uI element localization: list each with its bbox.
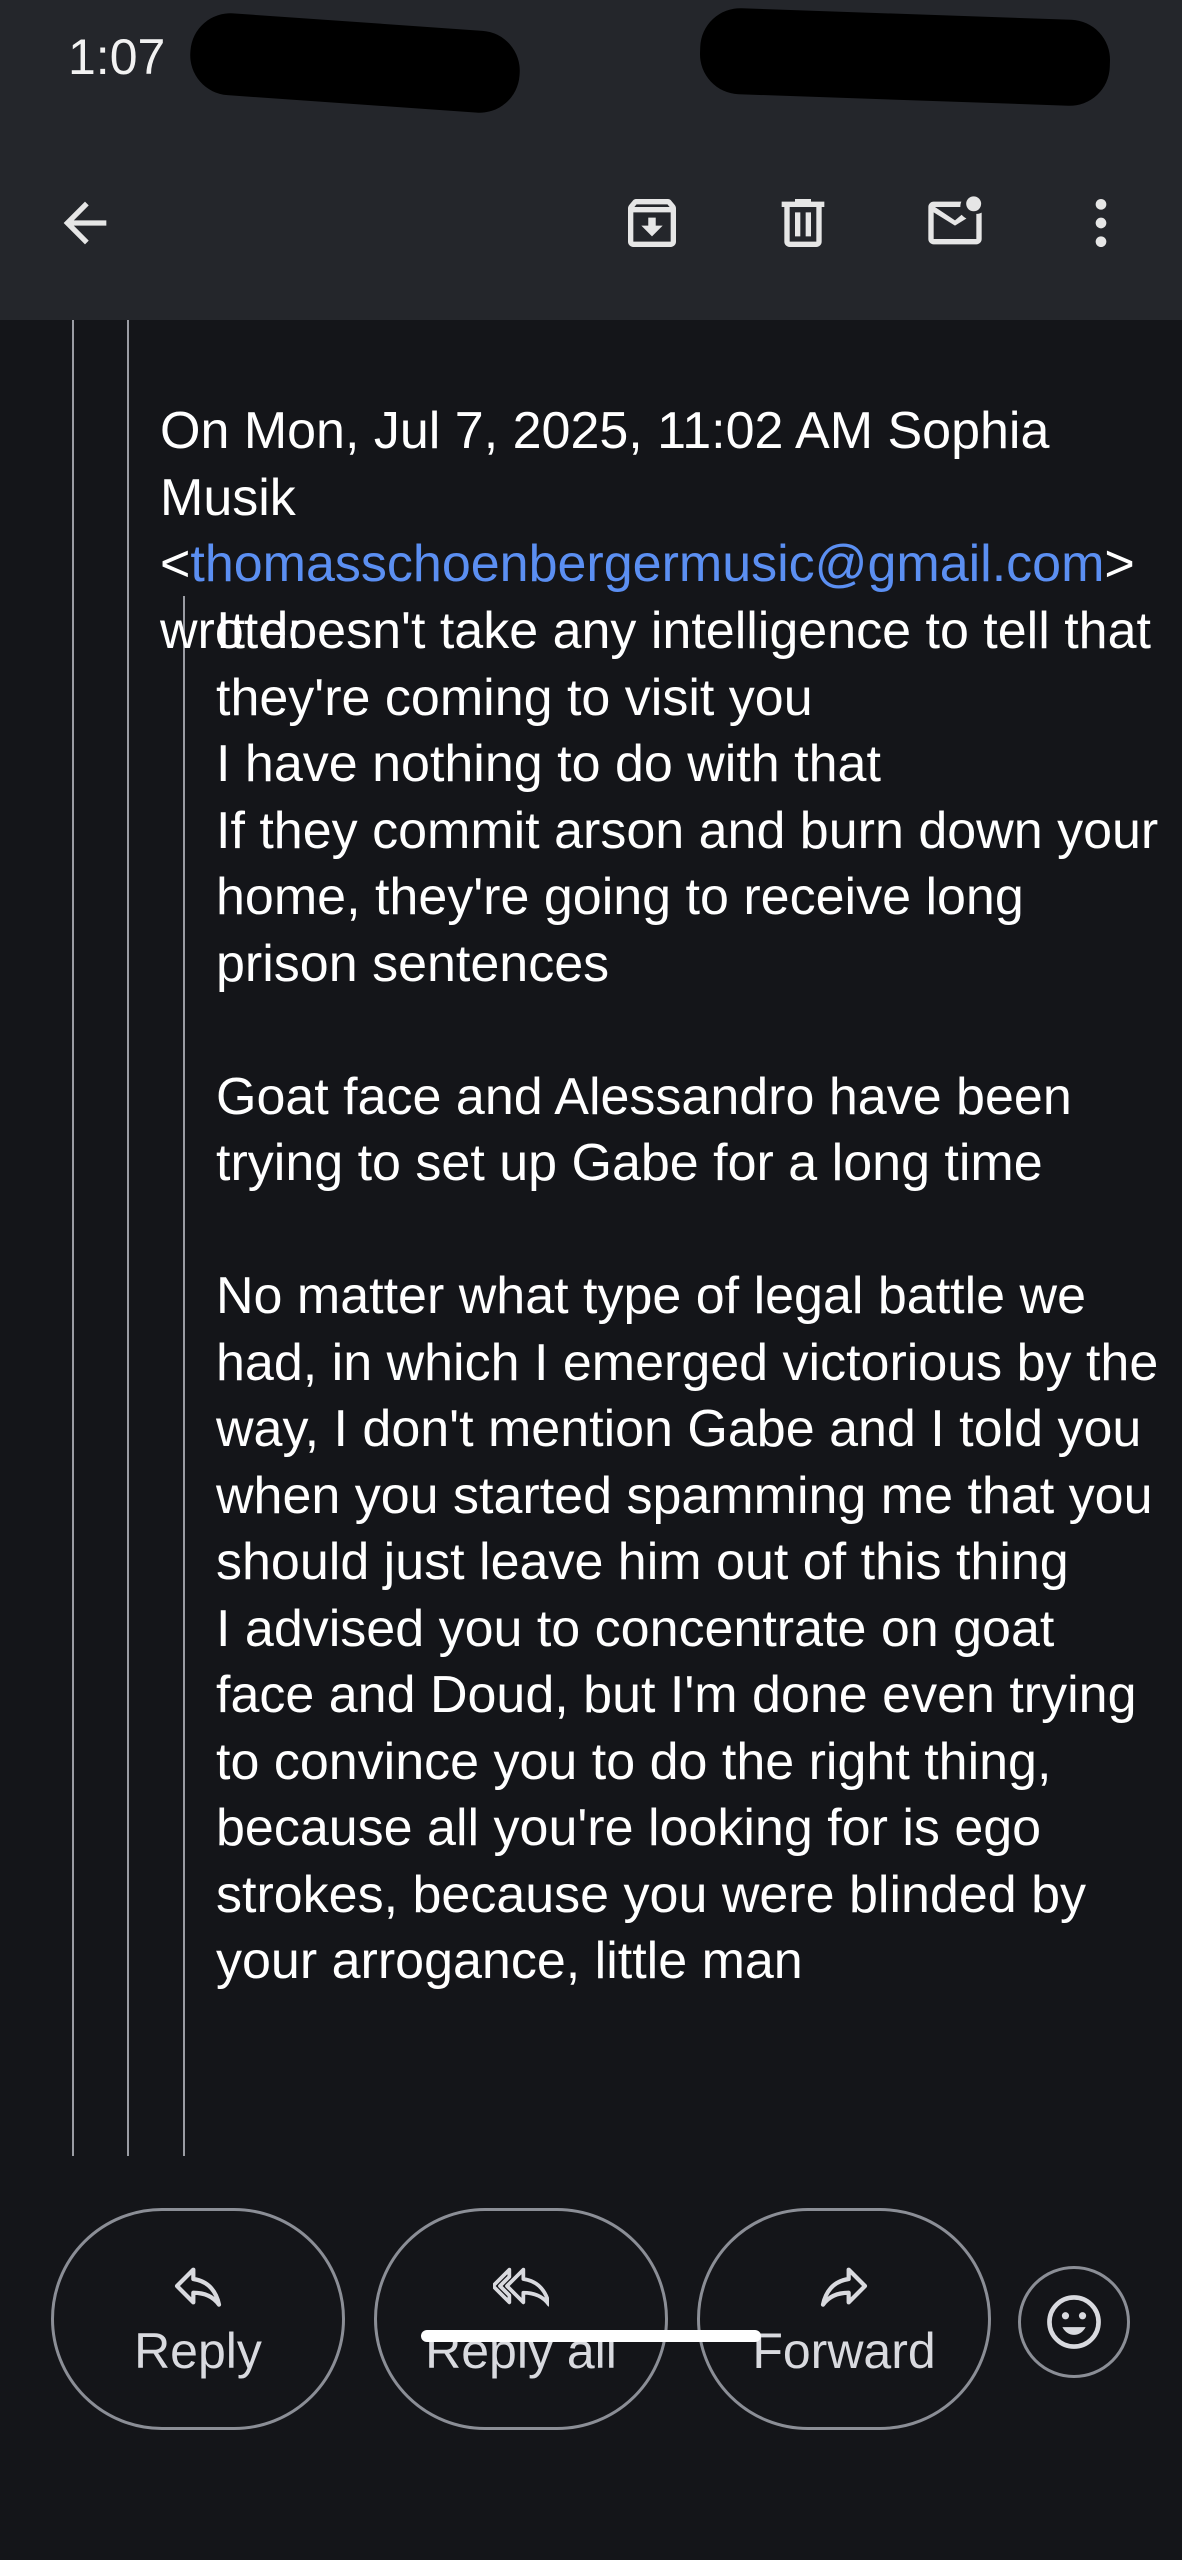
- reply-button[interactable]: Reply: [51, 2208, 345, 2430]
- reply-all-icon: [493, 2267, 549, 2307]
- forward-icon: [820, 2267, 868, 2307]
- mark-unread-icon: [928, 196, 982, 245]
- back-arrow-icon: [63, 201, 107, 245]
- reply-label: Reply: [134, 2323, 262, 2379]
- quote-bar: [127, 320, 129, 2156]
- redaction-mark: [698, 6, 1112, 108]
- reply-icon: [174, 2267, 222, 2307]
- reply-all-button[interactable]: Reply all: [374, 2208, 668, 2430]
- emoji-reaction-button[interactable]: [1018, 2266, 1130, 2378]
- forward-label: Forward: [752, 2323, 936, 2379]
- action-bar: Reply Reply all Forward: [0, 2156, 1182, 2560]
- mark-unread-button[interactable]: [910, 178, 1000, 268]
- archive-button[interactable]: [607, 178, 697, 268]
- status-time: 1:07: [68, 29, 166, 85]
- status-bar: 1:07: [0, 0, 1182, 120]
- delete-button[interactable]: [758, 178, 848, 268]
- quote-bar: [183, 596, 185, 2156]
- delete-icon: [781, 199, 825, 247]
- quoted-message: It doesn't take any intelligence to tell…: [216, 602, 1159, 1990]
- app-bar: [0, 120, 1182, 320]
- more-vert-icon: [1095, 199, 1107, 247]
- archive-icon: [628, 199, 676, 247]
- quote-bar: [72, 320, 74, 2156]
- smiley-icon: [1047, 2295, 1101, 2349]
- forward-button[interactable]: Forward: [697, 2208, 991, 2430]
- redaction-mark: [187, 10, 523, 116]
- more-options-button[interactable]: [1056, 178, 1146, 268]
- email-body[interactable]: On Mon, Jul 7, 2025, 11:02 AM Sophia Mus…: [0, 320, 1182, 2156]
- sender-email-link[interactable]: thomasschoenbergermusic@gmail.com: [190, 535, 1104, 593]
- home-indicator[interactable]: [421, 2330, 761, 2342]
- back-button[interactable]: [40, 178, 130, 268]
